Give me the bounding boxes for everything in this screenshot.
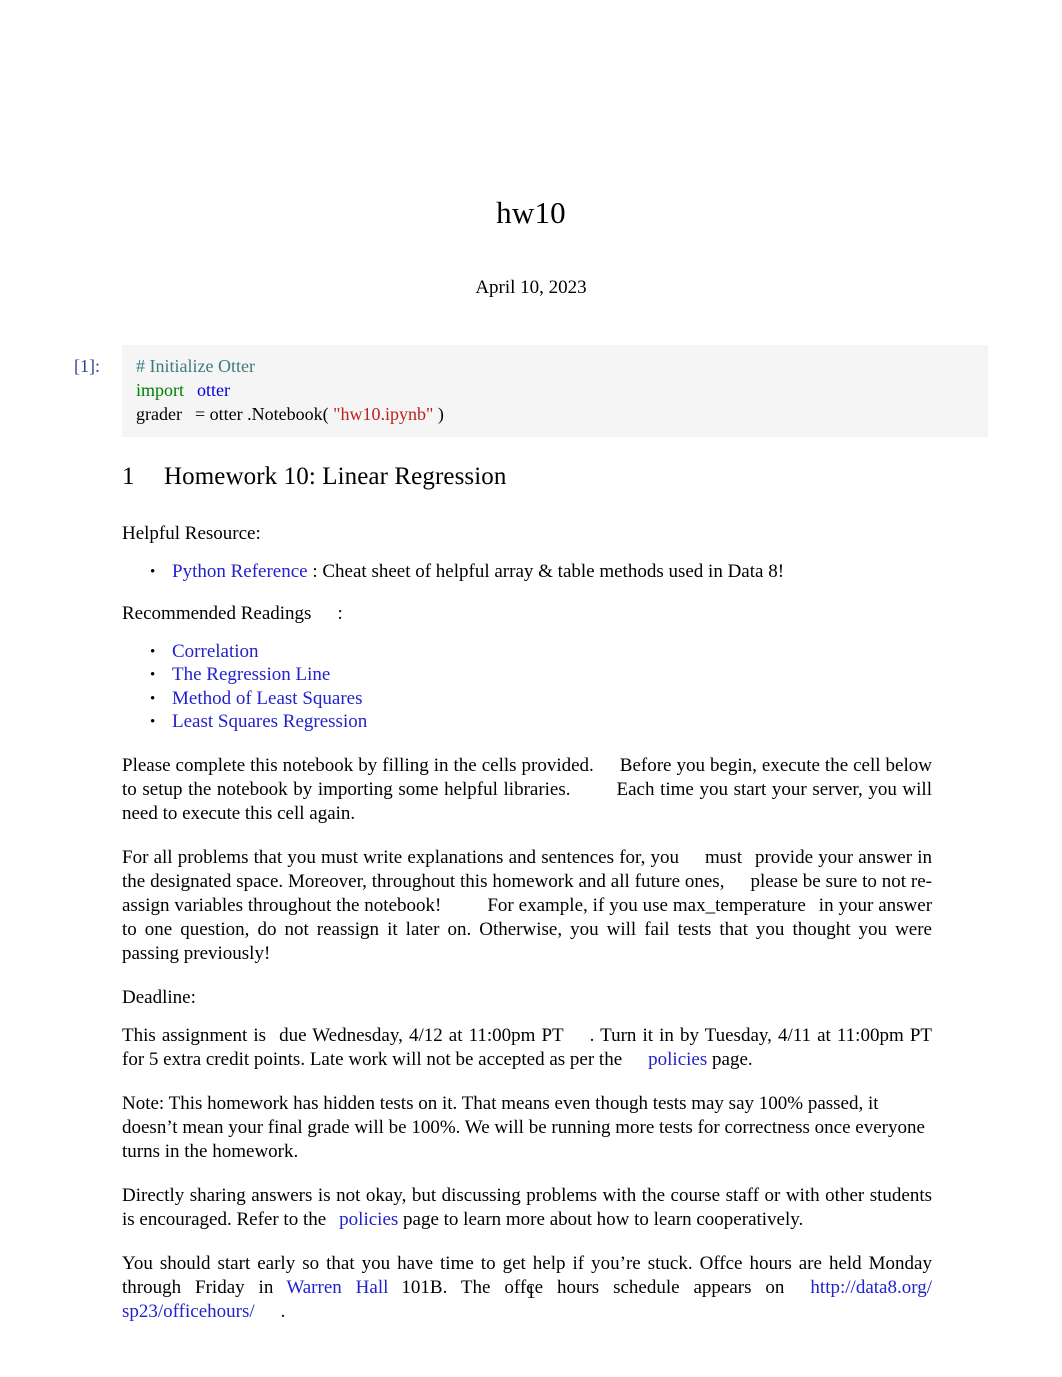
explanations-emphasis-must: must	[705, 846, 742, 868]
deadline-part-3: page.	[712, 1048, 753, 1070]
section-title: Homework 10: Linear Regression	[164, 463, 507, 490]
helpful-resource-list: Python Reference : Cheat sheet of helpfu…	[122, 560, 932, 584]
paragraph-collaboration: Directly sharing answers is not okay, bu…	[122, 1184, 932, 1232]
explanations-part-3: For example, if you use	[487, 894, 668, 916]
recommended-readings-text: Recommended Readings	[122, 602, 312, 624]
list-item: The Regression Line	[150, 663, 932, 687]
document-page: hw10 April 10, 2023 [1]: # Initialize Ot…	[0, 0, 1062, 1377]
code-paren-close: )	[437, 404, 444, 424]
document-date: April 10, 2023	[475, 277, 587, 299]
deadline-label: Deadline:	[122, 986, 196, 1008]
reading-link-least-squares-method[interactable]: Method of Least Squares	[172, 688, 362, 709]
code-string-filename: "hw10.ipynb"	[333, 404, 434, 424]
code-cell-body[interactable]: # Initialize Otter import otter grader = o…	[122, 345, 988, 437]
paragraph-deadline: This assignment is due Wednesday, 4/12 at…	[122, 1024, 932, 1072]
code-object-otter: otter	[209, 404, 243, 424]
section-heading: 1 Homework 10: Linear Regression	[122, 463, 932, 492]
policies-link-deadline[interactable]: policies	[648, 1049, 707, 1070]
list-item: Python Reference : Cheat sheet of helpfu…	[150, 560, 932, 584]
list-item: Least Squares Regression	[150, 710, 932, 734]
explanations-part-1: For all problems that you must write exp…	[122, 846, 680, 868]
paragraph-setup-instructions: Please complete this notebook by filling…	[122, 754, 932, 826]
paragraph-explanations: For all problems that you must write exp…	[122, 846, 932, 966]
recommended-readings-label: Recommended Readings:	[122, 602, 932, 626]
code-comment: # Initialize Otter	[136, 356, 255, 376]
title-block: hw10 April 10, 2023	[0, 195, 1062, 299]
code-line-1: # Initialize Otter	[136, 354, 974, 378]
setup-part-1: Please complete this notebook by filling…	[122, 754, 594, 776]
reading-link-least-squares-regression[interactable]: Least Squares Regression	[172, 711, 367, 732]
code-call-notebook: Notebook(	[251, 404, 329, 424]
recommended-readings-colon: :	[337, 602, 343, 624]
code-line-3: grader = otter .Notebook( "hw10.ipynb" )	[136, 402, 974, 426]
list-item: Correlation	[150, 640, 932, 664]
page-number: 1	[526, 1282, 536, 1303]
code-keyword-import: import	[136, 380, 184, 400]
section-number: 1	[122, 463, 135, 490]
reading-link-correlation[interactable]: Correlation	[172, 641, 259, 662]
list-item: Method of Least Squares	[150, 687, 932, 711]
code-module-otter: otter	[197, 380, 230, 400]
deadline-part-1: This assignment is	[122, 1024, 267, 1046]
python-reference-link[interactable]: Python Reference	[172, 561, 308, 582]
reading-link-regression-line[interactable]: The Regression Line	[172, 664, 330, 685]
paragraph-hidden-tests: Note: This homework has hidden tests on …	[122, 1092, 925, 1162]
code-cell-prompt: [1]:	[74, 356, 100, 376]
code-line-2: import otter	[136, 378, 974, 402]
code-operator-equals: =	[194, 404, 206, 424]
recommended-readings-list: Correlation The Regression Line Method o…	[122, 640, 932, 734]
python-reference-description: : Cheat sheet of helpful array & table m…	[312, 560, 785, 582]
helpful-resource-label: Helpful Resource:	[122, 522, 261, 544]
explanations-code-variable: max_temperature	[672, 894, 806, 916]
deadline-emphasis-due-date: due Wednesday, 4/12 at 11:00pm PT	[279, 1024, 564, 1046]
code-variable-grader: grader	[136, 404, 182, 424]
document-body: 1 Homework 10: Linear Regression Helpful …	[122, 463, 932, 1344]
policies-link-collaboration[interactable]: policies	[339, 1209, 398, 1230]
code-cell[interactable]: [1]: # Initialize Otter import otter grad…	[74, 345, 988, 437]
office-hours-part-3: .	[280, 1300, 286, 1322]
page-title: hw10	[496, 195, 566, 230]
collaboration-part-2: page to learn more about how to learn co…	[403, 1208, 804, 1230]
